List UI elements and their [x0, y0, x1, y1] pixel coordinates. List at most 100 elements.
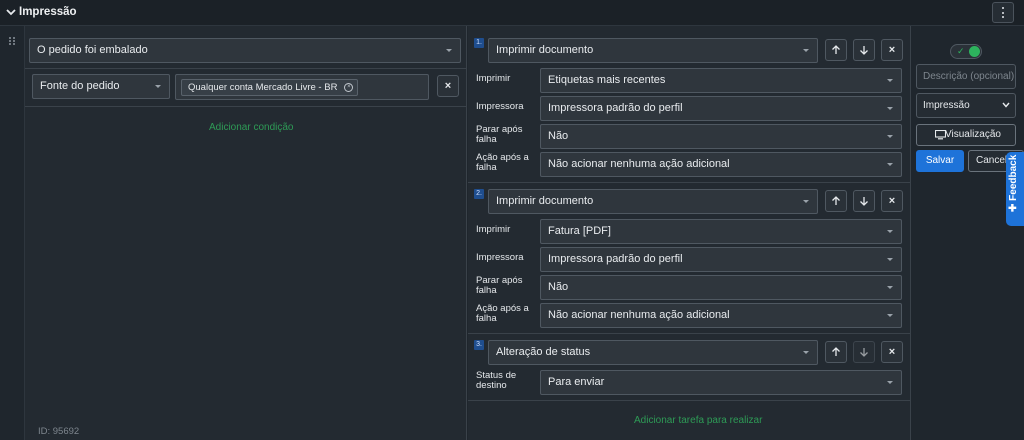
save-button[interactable]: Salvar: [916, 150, 964, 172]
drag-handle-icon[interactable]: [9, 37, 15, 45]
trigger-event-value: O pedido foi embalado: [37, 44, 148, 56]
divider: [468, 400, 911, 401]
arrow-up-icon: [832, 347, 840, 356]
dropdown-caret-icon: [803, 49, 809, 52]
remove-task-button[interactable]: ×: [881, 39, 903, 61]
move-down-button[interactable]: [853, 190, 875, 212]
category-value: Impressão: [923, 100, 970, 111]
field-label: Parar após falha: [476, 124, 523, 145]
preview-label: Visualização: [945, 129, 1001, 140]
dropdown-caret-icon: [887, 230, 893, 233]
move-up-button[interactable]: [825, 39, 847, 61]
move-down-button[interactable]: [853, 341, 875, 363]
task-number-badge: 1.: [474, 38, 484, 48]
dropdown-caret-icon: [155, 85, 161, 88]
enabled-toggle[interactable]: ✓: [950, 44, 982, 59]
arrow-down-icon: [860, 348, 868, 357]
kebab-menu-icon: [1002, 7, 1004, 18]
rule-settings-panel: ✓ Descrição (opcional) Impressão Visuali…: [912, 26, 1024, 440]
preview-button[interactable]: Visualização: [916, 124, 1016, 146]
move-down-button[interactable]: [853, 39, 875, 61]
printer-select[interactable]: Impressora padrão do perfil: [540, 247, 902, 272]
remove-condition-button[interactable]: ×: [437, 75, 459, 97]
printer-select[interactable]: Impressora padrão do perfil: [540, 96, 902, 121]
collapse-chevron-icon[interactable]: [5, 6, 17, 18]
task-type-select[interactable]: Imprimir documento: [488, 38, 818, 63]
section-title: Impressão: [19, 6, 77, 18]
print-select[interactable]: Fatura [PDF]: [540, 219, 902, 244]
stop-after-failure-value: Não: [548, 281, 569, 293]
divider: [468, 333, 911, 334]
printer-value: Impressora padrão do perfil: [548, 102, 683, 114]
task-type-value: Imprimir documento: [496, 195, 594, 207]
task-type-select[interactable]: Alteração de status: [488, 340, 818, 365]
task-number-badge: 2.: [474, 189, 484, 199]
monitor-icon: [935, 130, 946, 140]
condition-value-input[interactable]: Qualquer conta Mercado Livre - BR ×: [175, 74, 429, 100]
action-after-failure-select[interactable]: Não acionar nenhuma ação adicional: [540, 303, 902, 328]
kebab-menu-button[interactable]: [992, 2, 1014, 23]
move-up-button[interactable]: [825, 341, 847, 363]
toggle-knob: [969, 46, 980, 57]
print-select[interactable]: Etiquetas mais recentes: [540, 68, 902, 93]
field-label: Impressora: [476, 252, 524, 263]
chevron-down-icon: [1002, 102, 1010, 108]
category-select[interactable]: Impressão: [916, 93, 1016, 118]
arrow-up-icon: [832, 196, 840, 205]
stop-after-failure-select[interactable]: Não: [540, 275, 902, 300]
dropdown-caret-icon: [887, 286, 893, 289]
dropdown-caret-icon: [887, 135, 893, 138]
description-placeholder: Descrição (opcional): [923, 71, 1015, 82]
dropdown-caret-icon: [803, 200, 809, 203]
printer-value: Impressora padrão do perfil: [548, 253, 683, 265]
stop-after-failure-value: Não: [548, 130, 569, 142]
add-condition-link[interactable]: Adicionar condição: [209, 122, 294, 133]
target-status-value: Para enviar: [548, 376, 605, 388]
trigger-event-select[interactable]: O pedido foi embalado: [29, 38, 461, 63]
remove-task-button[interactable]: ×: [881, 190, 903, 212]
remove-task-button[interactable]: ×: [881, 341, 903, 363]
task-type-value: Alteração de status: [496, 346, 591, 358]
condition-field-value: Fonte do pedido: [40, 80, 120, 92]
divider: [25, 106, 467, 107]
field-label: Ação após a falha: [476, 152, 529, 173]
move-up-button[interactable]: [825, 190, 847, 212]
tag-remove-icon[interactable]: ×: [344, 83, 354, 92]
field-label: Status de destino: [476, 370, 517, 391]
rule-id: ID: 95692: [38, 426, 80, 437]
dropdown-caret-icon: [887, 381, 893, 384]
description-input[interactable]: Descrição (opcional): [916, 64, 1016, 89]
drag-column: [0, 26, 25, 440]
field-label: Imprimir: [476, 224, 511, 235]
feedback-label: ✚ Feedback: [1008, 154, 1019, 212]
feedback-tab[interactable]: ✚ Feedback: [1006, 152, 1024, 226]
action-after-failure-value: Não acionar nenhuma ação adicional: [548, 309, 730, 321]
divider: [25, 68, 467, 69]
section-header: Impressão: [0, 0, 1024, 26]
task-type-select[interactable]: Imprimir documento: [488, 189, 818, 214]
dropdown-caret-icon: [887, 79, 893, 82]
stop-after-failure-select[interactable]: Não: [540, 124, 902, 149]
action-after-failure-value: Não acionar nenhuma ação adicional: [548, 158, 730, 170]
dropdown-caret-icon: [887, 107, 893, 110]
condition-field-select[interactable]: Fonte do pedido: [32, 74, 170, 99]
dropdown-caret-icon: [803, 351, 809, 354]
task-number-badge: 3.: [474, 340, 484, 350]
divider: [468, 182, 911, 183]
task-type-value: Imprimir documento: [496, 44, 594, 56]
field-label: Parar após falha: [476, 275, 523, 296]
dropdown-caret-icon: [446, 49, 452, 52]
dropdown-caret-icon: [887, 258, 893, 261]
field-label: Ação após a falha: [476, 303, 529, 324]
action-after-failure-select[interactable]: Não acionar nenhuma ação adicional: [540, 152, 902, 177]
field-label: Imprimir: [476, 73, 511, 84]
trigger-panel: O pedido foi embalado Fonte do pedido Qu…: [25, 26, 467, 440]
field-label: Impressora: [476, 101, 524, 112]
add-task-link[interactable]: Adicionar tarefa para realizar: [634, 415, 762, 426]
check-icon: ✓: [957, 46, 965, 56]
print-value: Etiquetas mais recentes: [548, 74, 666, 86]
target-status-select[interactable]: Para enviar: [540, 370, 902, 395]
arrow-down-icon: [860, 197, 868, 206]
condition-tag-label: Qualquer conta Mercado Livre - BR: [188, 82, 338, 93]
arrow-up-icon: [832, 45, 840, 54]
